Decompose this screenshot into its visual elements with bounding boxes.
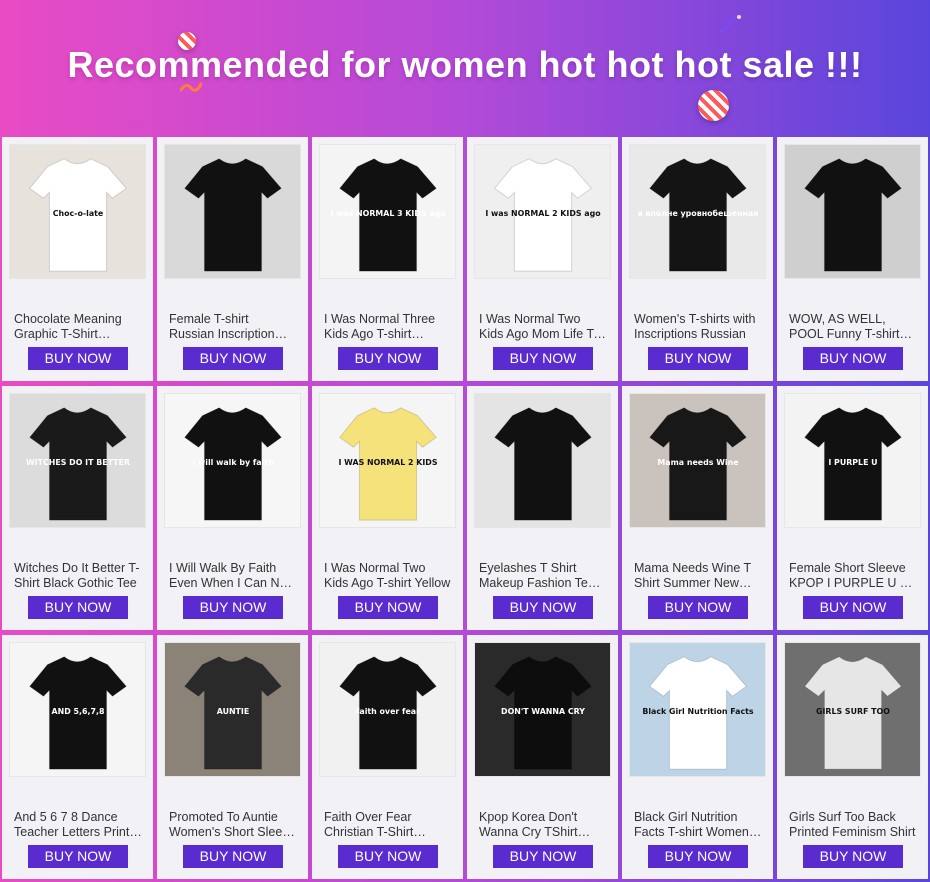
buy-now-button[interactable]: BUY NOW	[28, 347, 128, 370]
product-image[interactable]: DON'T WANNA CRY	[474, 642, 611, 777]
buy-now-button[interactable]: BUY NOW	[183, 347, 283, 370]
product-card[interactable]: я вполне уровнобешенная Women's T-shirts …	[622, 137, 773, 381]
product-image[interactable]	[164, 144, 301, 279]
product-title[interactable]: Eyelashes T Shirt Makeup Fashion Tee Wom…	[479, 561, 607, 591]
product-image[interactable]: I PURPLE U	[784, 393, 921, 528]
shirt-print-text: GIRLS SURF TOO	[816, 707, 890, 716]
product-image[interactable]	[784, 144, 921, 279]
buy-now-button[interactable]: BUY NOW	[493, 596, 593, 619]
shirt-print-text: I PURPLE U	[828, 458, 877, 467]
buy-now-button[interactable]: BUY NOW	[183, 596, 283, 619]
product-card[interactable]: Eyelashes T Shirt Makeup Fashion Tee Wom…	[467, 386, 618, 630]
buy-now-button[interactable]: BUY NOW	[648, 845, 748, 868]
product-title[interactable]: Women's T-shirts with Inscriptions Russi…	[634, 312, 762, 342]
product-image[interactable]: I was NORMAL 2 KIDS ago	[474, 144, 611, 279]
buy-now-button[interactable]: BUY NOW	[338, 845, 438, 868]
product-card[interactable]: WOW, AS WELL, POOL Funny T-shirt Women BU…	[777, 137, 928, 381]
banner-title: Recommended for women hot hot hot sale !…	[67, 44, 863, 85]
shirt-print-text: Black Girl Nutrition Facts	[642, 707, 754, 716]
product-title[interactable]: Kpop Korea Don't Wanna Cry TShirt Black	[479, 810, 607, 840]
product-title[interactable]: Chocolate Meaning Graphic T-Shirt Women	[14, 312, 142, 342]
product-image[interactable]: WITCHES DO IT BETTER	[9, 393, 146, 528]
product-title[interactable]: Black Girl Nutrition Facts T-shirt Women…	[634, 810, 762, 840]
product-image[interactable]: I WAS NORMAL 2 KIDS	[319, 393, 456, 528]
buy-now-button[interactable]: BUY NOW	[338, 347, 438, 370]
buy-now-button[interactable]: BUY NOW	[28, 845, 128, 868]
product-grid: Choc-o-late Chocolate Meaning Graphic T-S…	[2, 137, 928, 882]
product-image[interactable]: faith over fear	[319, 642, 456, 777]
product-card[interactable]: DON'T WANNA CRY Kpop Korea Don't Wanna Cr…	[467, 635, 618, 879]
buy-now-button[interactable]: BUY NOW	[338, 596, 438, 619]
buy-now-button[interactable]: BUY NOW	[648, 347, 748, 370]
product-title[interactable]: Mama Needs Wine T Shirt Summer New Women	[634, 561, 762, 591]
product-card[interactable]: Female T-shirt Russian Inscription Black…	[157, 137, 308, 381]
product-title[interactable]: And 5 6 7 8 Dance Teacher Letters Print …	[14, 810, 142, 840]
product-title[interactable]: I Was Normal Two Kids Ago Mom Life T-shi…	[479, 312, 607, 342]
buy-now-button[interactable]: BUY NOW	[183, 845, 283, 868]
shirt-print-text: WITCHES DO IT BETTER	[26, 458, 130, 467]
product-title[interactable]: Girls Surf Too Back Printed Feminism Shi…	[789, 810, 917, 840]
product-image[interactable]: I will walk by faith	[164, 393, 301, 528]
shirt-print-text: faith over fear	[356, 707, 420, 716]
shirt-print-text: I will walk by faith	[192, 458, 273, 467]
product-title[interactable]: Female Short Sleeve KPOP I PURPLE U T-sh…	[789, 561, 917, 591]
ribbon-decoration	[718, 14, 742, 36]
product-title[interactable]: I Was Normal Two Kids Ago T-shirt Yellow	[324, 561, 452, 591]
product-title[interactable]: Faith Over Fear Christian T-Shirt Women	[324, 810, 452, 840]
product-card[interactable]: Choc-o-late Chocolate Meaning Graphic T-S…	[2, 137, 153, 381]
shirt-print-text: AND 5,6,7,8	[52, 707, 105, 716]
product-title[interactable]: WOW, AS WELL, POOL Funny T-shirt Women	[789, 312, 917, 342]
product-card[interactable]: faith over fear Faith Over Fear Christian…	[312, 635, 463, 879]
shirt-print-text: я вполне уровнобешенная	[638, 208, 759, 218]
shirt-print-text: I was NORMAL 3 KIDS ago	[330, 209, 446, 218]
buy-now-button[interactable]: BUY NOW	[28, 596, 128, 619]
buy-now-button[interactable]: BUY NOW	[493, 845, 593, 868]
product-image[interactable]: GIRLS SURF TOO	[784, 642, 921, 777]
product-title[interactable]: Female T-shirt Russian Inscription Black	[169, 312, 297, 342]
product-card[interactable]: Black Girl Nutrition Facts Black Girl Nut…	[622, 635, 773, 879]
product-card[interactable]: AUNTIE Promoted To Auntie Women's Short S…	[157, 635, 308, 879]
product-title[interactable]: Promoted To Auntie Women's Short Sleeve …	[169, 810, 297, 840]
product-image[interactable]: Mama needs Wine	[629, 393, 766, 528]
product-card[interactable]: Mama needs Wine Mama Needs Wine T Shirt S…	[622, 386, 773, 630]
buy-now-button[interactable]: BUY NOW	[803, 347, 903, 370]
shirt-print-text: Mama needs Wine	[657, 458, 738, 467]
product-card[interactable]: I PURPLE U Female Short Sleeve KPOP I PUR…	[777, 386, 928, 630]
product-title[interactable]: Witches Do It Better T-Shirt Black Gothi…	[14, 561, 142, 591]
shirt-print-text: I was NORMAL 2 KIDS ago	[485, 209, 601, 218]
product-image[interactable]	[474, 393, 611, 528]
product-image[interactable]: Black Girl Nutrition Facts	[629, 642, 766, 777]
product-card[interactable]: I WAS NORMAL 2 KIDS I Was Normal Two Kids…	[312, 386, 463, 630]
shirt-print-text: AUNTIE	[217, 707, 250, 716]
product-card[interactable]: I was NORMAL 3 KIDS ago I Was Normal Thre…	[312, 137, 463, 381]
product-title[interactable]: I Was Normal Three Kids Ago T-shirt Casu…	[324, 312, 452, 342]
product-image[interactable]: AND 5,6,7,8	[9, 642, 146, 777]
product-card[interactable]: I will walk by faith I Will Walk By Faith…	[157, 386, 308, 630]
product-title[interactable]: I Will Walk By Faith Even When I Can Not…	[169, 561, 297, 591]
buy-now-button[interactable]: BUY NOW	[493, 347, 593, 370]
product-card[interactable]: GIRLS SURF TOO Girls Surf Too Back Printe…	[777, 635, 928, 879]
shirt-print-text: Choc-o-late	[53, 209, 104, 218]
shirt-print-text: DON'T WANNA CRY	[501, 707, 585, 716]
product-card[interactable]: I was NORMAL 2 KIDS ago I Was Normal Two …	[467, 137, 618, 381]
product-image[interactable]: I was NORMAL 3 KIDS ago	[319, 144, 456, 279]
buy-now-button[interactable]: BUY NOW	[803, 845, 903, 868]
buy-now-button[interactable]: BUY NOW	[803, 596, 903, 619]
product-card[interactable]: WITCHES DO IT BETTER Witches Do It Better…	[2, 386, 153, 630]
striped-ball-decoration	[698, 90, 729, 121]
shirt-print-text: I WAS NORMAL 2 KIDS	[338, 458, 437, 467]
buy-now-button[interactable]: BUY NOW	[648, 596, 748, 619]
product-image[interactable]: AUNTIE	[164, 642, 301, 777]
product-card[interactable]: AND 5,6,7,8 And 5 6 7 8 Dance Teacher Let…	[2, 635, 153, 879]
product-image[interactable]: я вполне уровнобешенная	[629, 144, 766, 279]
promo-banner: Recommended for women hot hot hot sale !…	[0, 0, 930, 136]
product-image[interactable]: Choc-o-late	[9, 144, 146, 279]
